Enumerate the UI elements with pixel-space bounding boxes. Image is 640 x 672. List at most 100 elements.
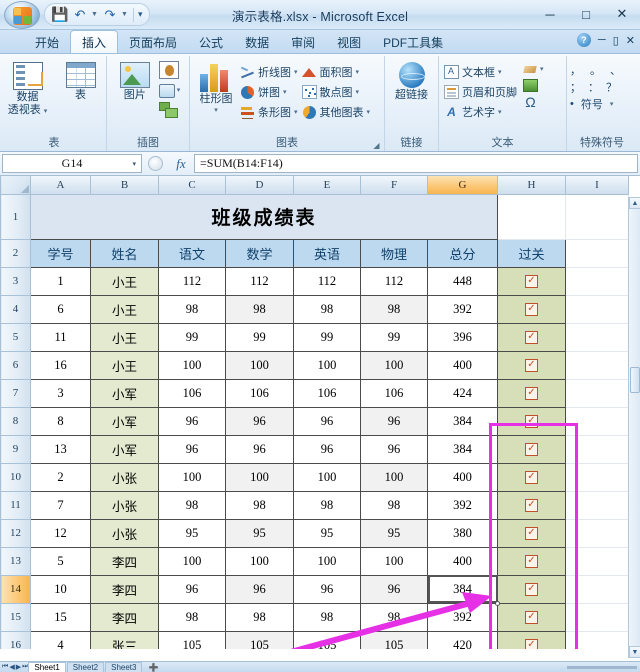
minimize-button[interactable]: ─ (536, 3, 564, 25)
cell-id-15[interactable]: 15 (30, 602, 91, 632)
cell-physics-9[interactable]: 96 (360, 434, 428, 464)
cell-chinese-11[interactable]: 98 (158, 490, 226, 520)
cell-total-12[interactable]: 380 (427, 518, 498, 548)
scroll-down-icon[interactable]: ▼ (629, 646, 640, 658)
cell-total-5[interactable]: 396 (427, 322, 498, 352)
cell-name-16[interactable]: 张三 (90, 630, 159, 649)
cell-english-3[interactable]: 112 (293, 266, 361, 296)
name-box-caret-icon[interactable]: ▾ (132, 160, 136, 168)
cell-math-8[interactable]: 96 (225, 406, 294, 436)
cell-i16[interactable] (565, 630, 629, 649)
cell-i5[interactable] (565, 322, 629, 352)
signature-line-caret-icon[interactable]: ▾ (540, 65, 544, 73)
cell-physics-11[interactable]: 98 (360, 490, 428, 520)
formula-input[interactable]: =SUM(B14:F14) (194, 154, 638, 173)
cell-id-6[interactable]: 16 (30, 350, 91, 380)
column-header-h[interactable]: H (497, 176, 566, 195)
tab-home[interactable]: 开始 (24, 32, 70, 53)
row-header-6[interactable]: 6 (0, 350, 31, 380)
row-header-9[interactable]: 9 (0, 434, 31, 464)
sheet-tab-sheet2[interactable]: Sheet2 (66, 662, 105, 672)
cell-pass-11[interactable]: ✓ (497, 490, 566, 520)
tab-insert[interactable]: 插入 (70, 30, 119, 53)
table-button[interactable]: 表 (58, 60, 103, 102)
restore-window-icon[interactable]: ▯ (613, 34, 619, 47)
formula-bar-expand[interactable] (142, 152, 168, 175)
cell-physics-10[interactable]: 100 (360, 462, 428, 492)
charts-dialog-launcher-icon[interactable]: ◢ (372, 141, 381, 150)
row-header-7[interactable]: 7 (0, 378, 31, 408)
row-header-4[interactable]: 4 (0, 294, 31, 324)
clip-art-icon[interactable] (158, 61, 179, 79)
cell-total-7[interactable]: 424 (427, 378, 498, 408)
cell-english-8[interactable]: 96 (293, 406, 361, 436)
minimize-ribbon-icon[interactable]: ─ (598, 34, 606, 46)
table-header-pass[interactable]: 过关 (497, 238, 566, 268)
checkbox-checked-icon[interactable]: ✓ (525, 387, 538, 401)
cell-pass-8[interactable]: ✓ (497, 406, 566, 436)
cell-total-9[interactable]: 384 (427, 434, 498, 464)
cell-id-14[interactable]: 10 (30, 574, 91, 604)
cell-pass-15[interactable]: ✓ (497, 602, 566, 632)
cell-physics-5[interactable]: 99 (360, 322, 428, 352)
other-chart-menu[interactable]: 其他图表 ▾ (302, 102, 370, 121)
smartart-icon[interactable] (158, 101, 178, 118)
close-button[interactable]: ✕ (608, 3, 636, 25)
shapes-caret-icon[interactable]: ▾ (177, 86, 181, 94)
row-header-1[interactable]: 1 (0, 193, 31, 240)
cell-chinese-8[interactable]: 96 (158, 406, 226, 436)
symbol-semicolon[interactable]: ； (570, 79, 581, 95)
row-header-13[interactable]: 13 (0, 546, 31, 576)
cell-math-13[interactable]: 100 (225, 546, 294, 576)
cell-english-7[interactable]: 106 (293, 378, 361, 408)
cell-total-13[interactable]: 400 (427, 546, 498, 576)
symbol-question-mark[interactable]: ？ (606, 79, 617, 95)
table-header-physics[interactable]: 物理 (360, 238, 428, 268)
cell-name-12[interactable]: 小张 (90, 518, 159, 548)
cell-i11[interactable] (565, 490, 629, 520)
cell-id-4[interactable]: 6 (30, 294, 91, 324)
cell-i1[interactable] (565, 193, 629, 240)
cell-id-8[interactable]: 8 (30, 406, 91, 436)
column-header-i[interactable]: I (565, 176, 629, 195)
row-header-11[interactable]: 11 (0, 490, 31, 520)
cell-i10[interactable] (565, 462, 629, 492)
cell-chinese-12[interactable]: 95 (158, 518, 226, 548)
cell-name-15[interactable]: 李四 (90, 602, 159, 632)
help-icon[interactable]: ? (576, 33, 591, 47)
checkbox-checked-icon[interactable]: ✓ (525, 443, 538, 457)
cell-physics-3[interactable]: 112 (360, 266, 428, 296)
cell-english-11[interactable]: 98 (293, 490, 361, 520)
column-header-d[interactable]: D (225, 176, 294, 195)
cell-math-7[interactable]: 106 (225, 378, 294, 408)
insert-sheet-icon[interactable]: ➕ (143, 662, 163, 672)
cell-i14[interactable] (565, 574, 629, 604)
column-header-c[interactable]: C (158, 176, 226, 195)
line-chart-menu[interactable]: 折线图 ▾ (240, 62, 298, 81)
checkbox-checked-icon[interactable]: ✓ (525, 639, 538, 649)
cell-i4[interactable] (565, 294, 629, 324)
row-header-12[interactable]: 12 (0, 518, 31, 548)
sheet-tab-sheet1[interactable]: Sheet1 (28, 662, 66, 672)
cell-physics-6[interactable]: 100 (360, 350, 428, 380)
tab-pdf-tools[interactable]: PDF工具集 (372, 32, 454, 53)
row-header-2[interactable]: 2 (0, 238, 31, 268)
cell-chinese-16[interactable]: 105 (158, 630, 226, 649)
checkbox-checked-icon[interactable]: ✓ (525, 555, 538, 569)
row-header-3[interactable]: 3 (0, 266, 31, 296)
cell-chinese-10[interactable]: 100 (158, 462, 226, 492)
picture-button[interactable]: 图片 (116, 60, 154, 102)
column-chart-button[interactable]: 柱形图 ▾ (196, 60, 236, 114)
cell-pass-7[interactable]: ✓ (497, 378, 566, 408)
cell-id-16[interactable]: 4 (30, 630, 91, 649)
cell-chinese-13[interactable]: 100 (158, 546, 226, 576)
scrollbar-thumb[interactable] (630, 367, 640, 393)
cell-pass-9[interactable]: ✓ (497, 434, 566, 464)
scroll-up-icon[interactable]: ▲ (629, 197, 640, 209)
column-header-e[interactable]: E (293, 176, 361, 195)
cell-i2[interactable] (565, 238, 629, 268)
cell-math-12[interactable]: 95 (225, 518, 294, 548)
table-header-english[interactable]: 英语 (293, 238, 361, 268)
cell-total-8[interactable]: 384 (427, 406, 498, 436)
symbol-enumeration-comma[interactable]: 、 (610, 62, 621, 78)
